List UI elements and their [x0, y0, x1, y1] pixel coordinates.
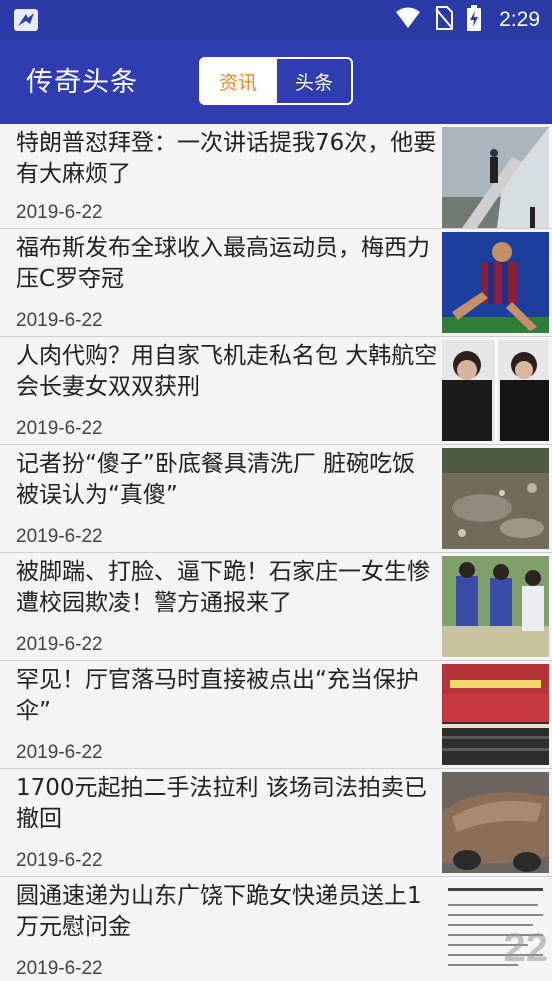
news-thumbnail: [442, 448, 549, 549]
news-item[interactable]: 圆通速递为山东广饶下跪女快递员送上1万元慰问金 2019-6-22: [0, 877, 552, 981]
tab-headlines[interactable]: 头条: [275, 59, 351, 103]
battery-charging-icon: [467, 5, 482, 35]
news-title: 特朗普怼拜登：一次讲话提我76次，他要有大麻烦了: [16, 130, 437, 187]
news-title: 1700元起拍二手法拉利 该场司法拍卖已撤回: [16, 775, 427, 832]
news-title: 被脚踹、打脸、逼下跪！石家庄一女生惨遭校园欺凌！警方通报来了: [16, 559, 430, 616]
news-thumbnail: [442, 127, 549, 228]
news-title: 福布斯发布全球收入最高运动员，梅西力压C罗夺冠: [16, 235, 430, 292]
news-item[interactable]: 1700元起拍二手法拉利 该场司法拍卖已撤回 2019-6-22: [0, 769, 552, 877]
watermark: 22: [503, 926, 549, 970]
tab-news[interactable]: 资讯: [201, 59, 275, 103]
app-bar: 传奇头条 资讯 头条: [0, 40, 552, 124]
clock: 2:29: [499, 8, 540, 31]
news-date: 2019-6-22: [16, 634, 103, 655]
app-title: 传奇头条: [26, 67, 138, 98]
news-title: 罕见！厅官落马时直接被点出“充当保护伞”: [16, 667, 419, 724]
news-date: 2019-6-22: [16, 742, 103, 763]
news-date: 2019-6-22: [16, 310, 103, 331]
news-date: 2019-6-22: [16, 526, 103, 547]
news-thumbnail: [442, 772, 549, 873]
news-date: 2019-6-22: [16, 850, 103, 871]
news-list: 特朗普怼拜登：一次讲话提我76次，他要有大麻烦了 2019-6-22 福布斯发布…: [0, 124, 552, 981]
news-item[interactable]: 记者扮“傻子”卧底餐具清洗厂 脏碗吃饭被误认为“真傻” 2019-6-22: [0, 445, 552, 553]
news-thumbnail: [442, 340, 549, 441]
app-notification-icon: [14, 9, 38, 31]
news-date: 2019-6-22: [16, 958, 103, 979]
news-item[interactable]: 罕见！厅官落马时直接被点出“充当保护伞” 2019-6-22: [0, 661, 552, 769]
news-date: 2019-6-22: [16, 418, 103, 439]
news-thumbnail: [442, 232, 549, 333]
news-item[interactable]: 福布斯发布全球收入最高运动员，梅西力压C罗夺冠 2019-6-22: [0, 229, 552, 337]
no-sim-icon: [435, 6, 454, 34]
news-title: 圆通速递为山东广饶下跪女快递员送上1万元慰问金: [16, 883, 422, 940]
wifi-icon: [395, 7, 421, 33]
news-item[interactable]: 人肉代购？用自家飞机走私名包 大韩航空会长妻女双双获刑 2019-6-22: [0, 337, 552, 445]
status-bar: 2:29: [0, 0, 552, 40]
news-date: 2019-6-22: [16, 202, 103, 223]
news-item[interactable]: 被脚踹、打脸、逼下跪！石家庄一女生惨遭校园欺凌！警方通报来了 2019-6-22: [0, 553, 552, 661]
news-title: 人肉代购？用自家飞机走私名包 大韩航空会长妻女双双获刑: [16, 343, 438, 400]
tab-group: 资讯 头条: [199, 57, 353, 105]
news-thumbnail: [442, 664, 549, 765]
news-thumbnail: [442, 556, 549, 657]
news-title: 记者扮“傻子”卧底餐具清洗厂 脏碗吃饭被误认为“真傻”: [16, 451, 416, 508]
news-item[interactable]: 特朗普怼拜登：一次讲话提我76次，他要有大麻烦了 2019-6-22: [0, 124, 552, 229]
